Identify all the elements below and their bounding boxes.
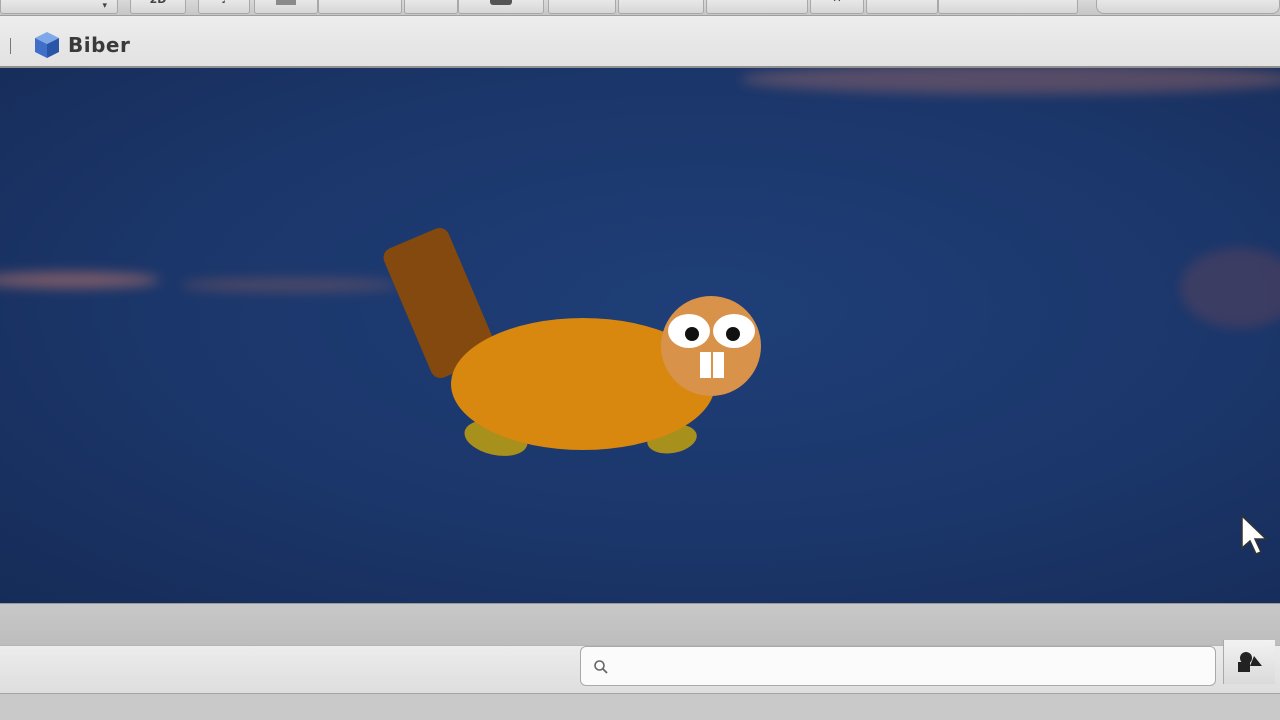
- cube-tool-icon: [490, 0, 512, 5]
- search-icon: [594, 660, 608, 674]
- beaver-sprite[interactable]: [380, 228, 780, 468]
- scene-title: Biber: [68, 33, 131, 57]
- move-tool-button[interactable]: ✕: [810, 0, 864, 14]
- shapes-icon: [1238, 652, 1262, 672]
- gizmos-dropdown[interactable]: [938, 0, 1078, 14]
- fx-toggle-button[interactable]: [254, 0, 318, 14]
- snap-tool-button[interactable]: [618, 0, 704, 14]
- image-icon: [276, 0, 296, 5]
- project-panel-body: [0, 693, 1280, 720]
- fx-dropdown[interactable]: [318, 0, 402, 14]
- scene-toolbar: ▾ 2D ♩ ✕: [0, 0, 1280, 16]
- toolbar-dropdown[interactable]: ▾: [0, 0, 118, 14]
- scene-search-field[interactable]: [1096, 0, 1280, 14]
- scene-view[interactable]: [0, 68, 1280, 603]
- view-options-button[interactable]: [866, 0, 938, 14]
- screen-glare: [740, 68, 1280, 94]
- pivot-tool-button[interactable]: [706, 0, 808, 14]
- beaver-pupil-left: [685, 327, 699, 341]
- project-search-input[interactable]: [580, 646, 1216, 686]
- toolbar-2d-label: 2D: [150, 0, 167, 6]
- back-tool-button[interactable]: [404, 0, 458, 14]
- mouse-pointer-icon: [1241, 514, 1268, 555]
- toolbar-2d-button[interactable]: 2D: [130, 0, 186, 14]
- project-toolbar: [0, 640, 1280, 693]
- project-panel-header: [0, 603, 1280, 645]
- audio-icon: ♩: [221, 0, 226, 6]
- grid-tool-button[interactable]: [548, 0, 616, 14]
- screen-glare: [1180, 248, 1280, 328]
- audio-toggle-button[interactable]: ♩: [198, 0, 250, 14]
- move-icon: ✕: [832, 0, 841, 5]
- gizmo-tool-button[interactable]: [458, 0, 544, 14]
- beaver-pupil-right: [726, 327, 740, 341]
- editor-window: ▾ 2D ♩ ✕ Biber: [0, 0, 1280, 720]
- scene-tab-header: Biber: [0, 16, 1280, 68]
- chevron-down-icon: ▾: [102, 1, 107, 11]
- screen-glare: [180, 278, 400, 292]
- unity-cube-icon: [35, 32, 59, 58]
- tab-divider: [10, 38, 11, 54]
- beaver-head: [661, 296, 761, 396]
- search-by-type-button[interactable]: [1223, 640, 1275, 684]
- screen-glare: [0, 272, 160, 288]
